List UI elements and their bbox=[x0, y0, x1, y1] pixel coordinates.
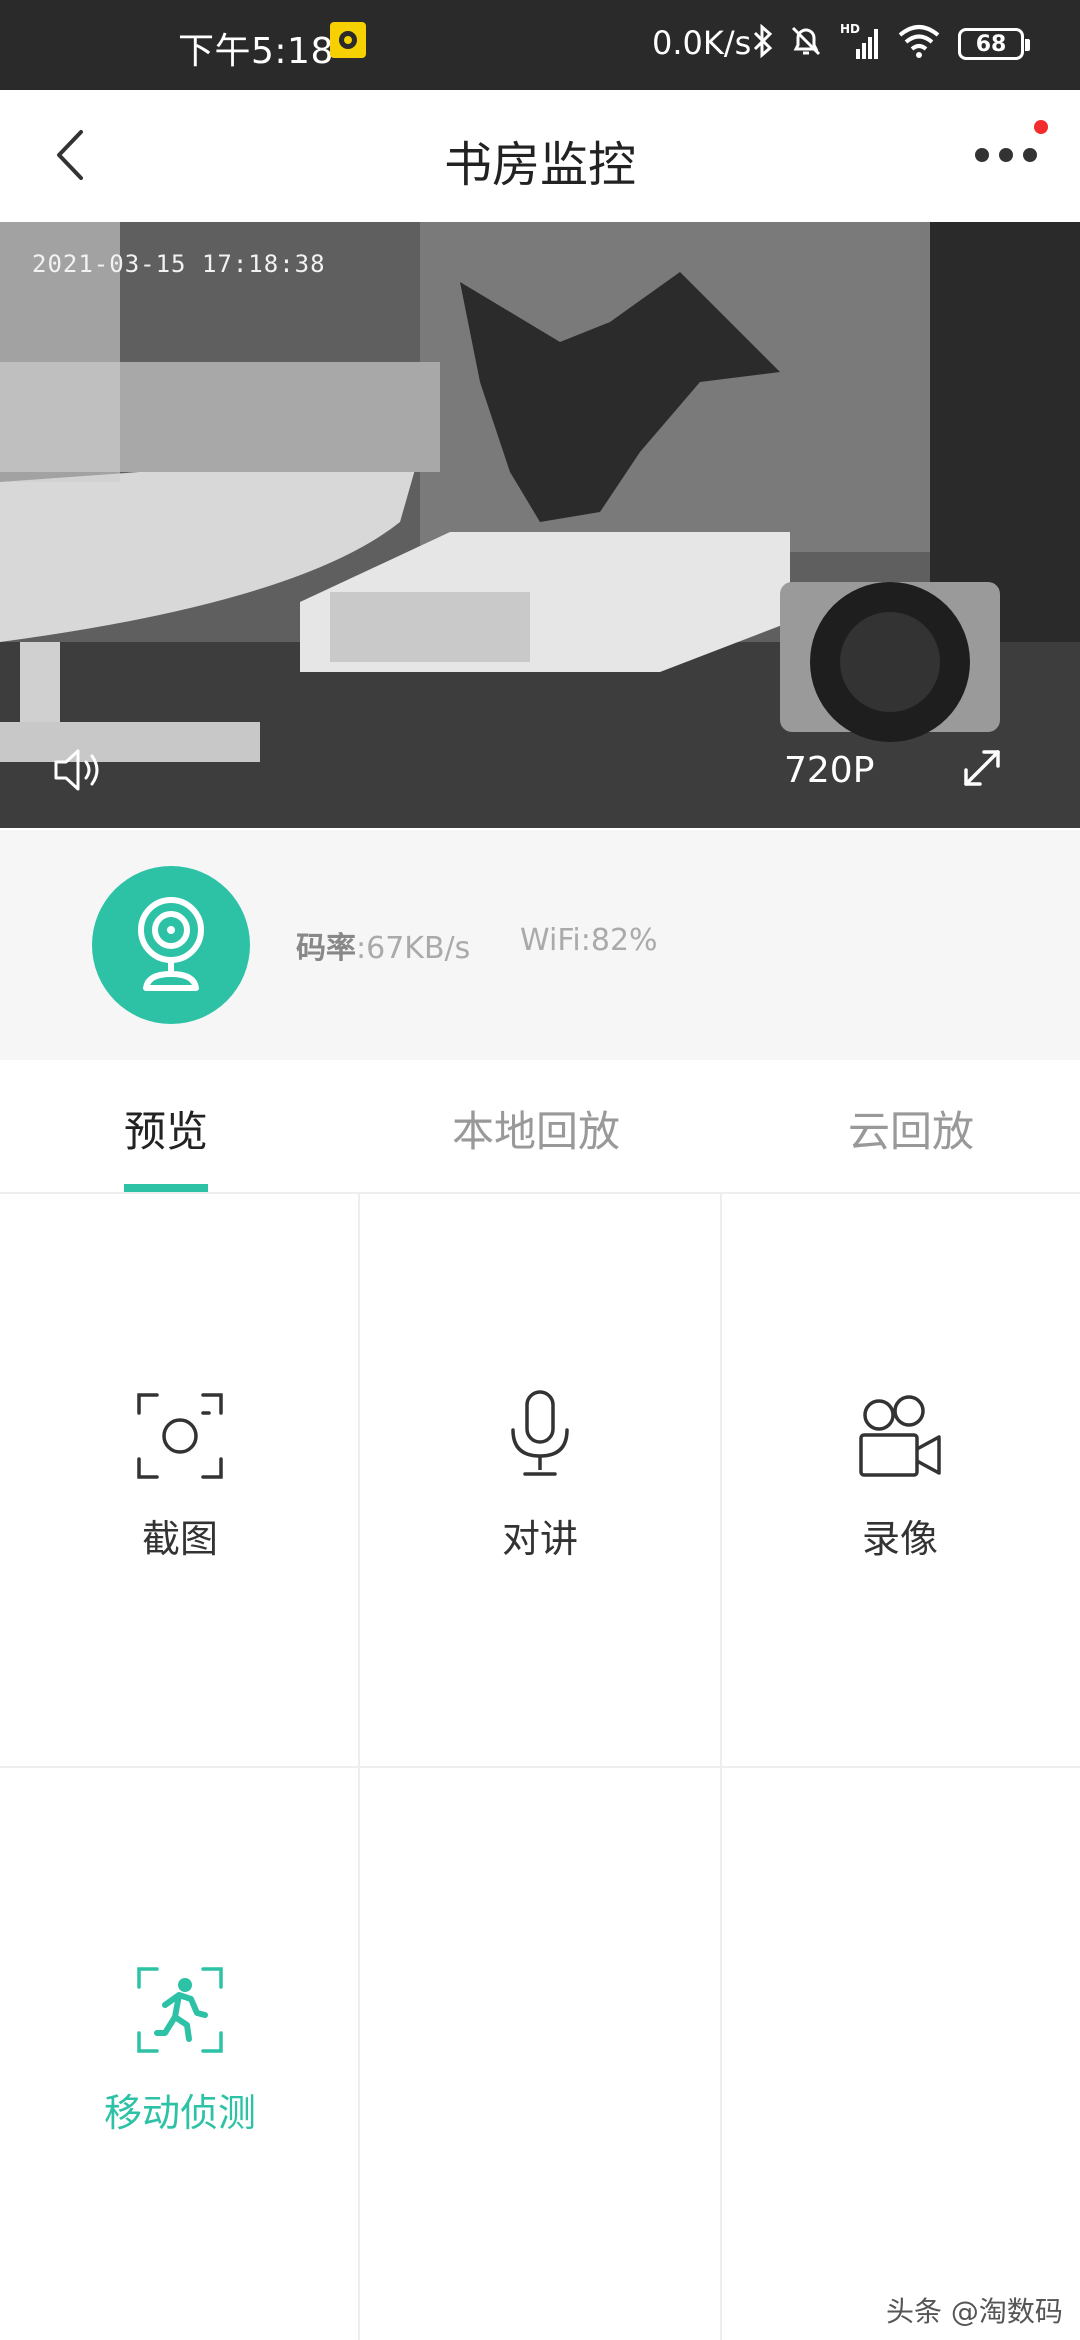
header: 书房监控 bbox=[0, 90, 1080, 220]
video-timestamp: 2021-03-15 17:18:38 bbox=[32, 250, 326, 278]
motion-detect-icon bbox=[132, 1962, 228, 2058]
bluetooth-icon bbox=[753, 23, 773, 59]
wifi-icon bbox=[898, 25, 940, 58]
status-time: 下午5:18 bbox=[178, 31, 334, 72]
bitrate-value: :67KB/s bbox=[356, 931, 471, 966]
fullscreen-button[interactable] bbox=[956, 742, 1008, 794]
microphone-icon bbox=[492, 1388, 588, 1484]
battery-icon: 68 bbox=[958, 28, 1030, 60]
status-bar: 下午5:18 0.0K/s HD 68 bbox=[0, 0, 1080, 90]
tab-active-indicator bbox=[124, 1184, 208, 1192]
wifi-stat: WiFi:82% bbox=[520, 923, 658, 958]
screenshot-icon bbox=[132, 1388, 228, 1484]
network-speed: 0.0K/s bbox=[652, 24, 752, 62]
video-record-icon bbox=[852, 1388, 948, 1484]
status-icons: HD bbox=[752, 20, 942, 62]
motion-detect-button[interactable]: 移动侦测 bbox=[0, 1962, 360, 2137]
device-avatar[interactable] bbox=[92, 866, 250, 1024]
bitrate-stat: 码率:67KB/s bbox=[296, 923, 470, 967]
alarm-off-icon bbox=[791, 26, 821, 56]
signal-hd-icon: HD bbox=[840, 22, 878, 59]
info-bar: 码率:67KB/s WiFi:82% bbox=[0, 830, 1080, 1060]
tab-local-playback[interactable]: 本地回放 bbox=[452, 1098, 620, 1159]
fullscreen-icon bbox=[964, 750, 1000, 786]
speaker-icon bbox=[54, 749, 99, 791]
record-label: 录像 bbox=[861, 1517, 938, 1561]
action-grid: 截图 对讲 录像 移动侦测 头条 @淘数码 bbox=[0, 1194, 1080, 2340]
video-feed[interactable]: 2021-03-15 17:18:38 720P bbox=[0, 222, 1080, 828]
tab-preview[interactable]: 预览 bbox=[124, 1098, 208, 1159]
bitrate-label: 码率 bbox=[296, 931, 356, 966]
more-button[interactable] bbox=[970, 130, 1050, 180]
grid-divider bbox=[0, 1766, 1080, 1768]
screenshot-label: 截图 bbox=[141, 1517, 218, 1561]
tab-cloud-playback[interactable]: 云回放 bbox=[848, 1098, 974, 1159]
record-button[interactable]: 录像 bbox=[720, 1388, 1080, 1563]
screenshot-button[interactable]: 截图 bbox=[0, 1388, 360, 1563]
volume-button[interactable] bbox=[50, 742, 106, 798]
camera-device-icon bbox=[138, 897, 204, 991]
intercom-button[interactable]: 对讲 bbox=[360, 1388, 720, 1563]
notification-dot bbox=[1034, 120, 1048, 134]
more-icon bbox=[975, 148, 1037, 162]
camera-scene-image bbox=[0, 222, 1080, 828]
wifi-label: WiFi bbox=[520, 923, 581, 958]
watermark: 头条 @淘数码 bbox=[886, 2295, 1063, 2328]
notification-icon bbox=[330, 22, 366, 58]
svg-text:HD: HD bbox=[840, 22, 860, 36]
wifi-value: :82% bbox=[580, 923, 658, 958]
page-title: 书房监控 bbox=[443, 137, 636, 193]
tab-bar: 预览 本地回放 云回放 bbox=[0, 1062, 1080, 1194]
motion-detect-label: 移动侦测 bbox=[103, 2091, 256, 2135]
resolution-button[interactable]: 720P bbox=[784, 750, 874, 791]
intercom-label: 对讲 bbox=[501, 1517, 578, 1561]
